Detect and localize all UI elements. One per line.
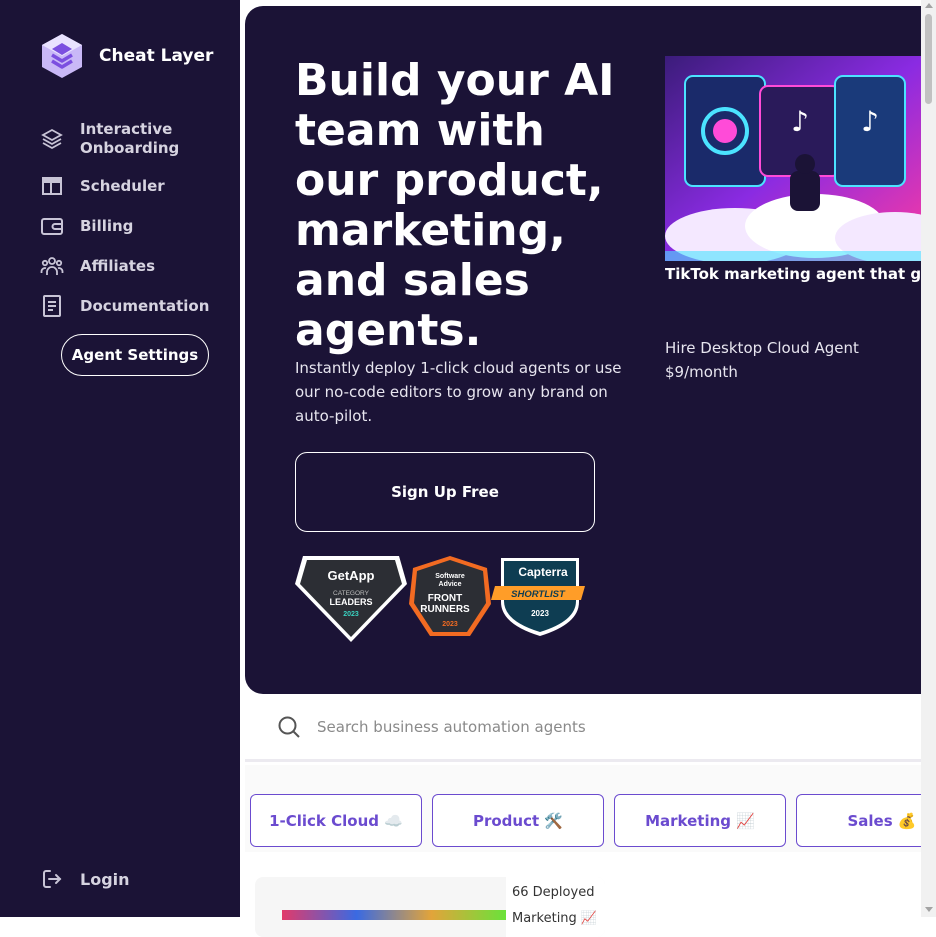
logout-icon — [43, 870, 62, 888]
scroll-down-icon[interactable] — [925, 907, 933, 912]
promo-hire-label: Hire Desktop Cloud Agent — [665, 339, 859, 357]
svg-text:2023: 2023 — [531, 609, 549, 618]
tiktok-agent-promo-image[interactable]: ♪ ♪ — [665, 56, 921, 261]
agent-settings-button[interactable]: Agent Settings — [61, 334, 209, 376]
scrollbar-thumb[interactable] — [925, 14, 932, 104]
sidebar-item-label: Scheduler — [80, 177, 165, 195]
svg-text:♪: ♪ — [791, 105, 809, 138]
svg-text:Software: Software — [435, 573, 465, 580]
sidebar-item-scheduler[interactable]: Scheduler — [40, 174, 230, 198]
agent-card[interactable]: 66 Deployed Marketing 📈 — [255, 877, 605, 937]
svg-text:2023: 2023 — [442, 621, 458, 628]
people-icon — [40, 257, 64, 275]
scroll-up-icon[interactable] — [925, 3, 933, 8]
login-label: Login — [80, 869, 130, 889]
software-advice-badge-icon: Software Advice FRONT RUNNERS 2023 — [409, 556, 491, 636]
sidebar-item-interactive-onboarding[interactable]: Interactive Onboarding — [40, 120, 230, 158]
wallet-icon — [41, 218, 63, 235]
promo-price: $9/month — [665, 363, 738, 381]
sidebar: Cheat Layer Interactive Onboarding Sched… — [0, 0, 240, 917]
getapp-badge-icon: GetApp CATEGORY LEADERS 2023 — [295, 556, 407, 642]
category-marketing[interactable]: Marketing 📈 — [614, 794, 786, 847]
sidebar-item-label: Interactive Onboarding — [80, 120, 180, 157]
agent-card-thumbnail — [282, 910, 506, 920]
promo-title[interactable]: TikTok marketing agent that gene and upl… — [665, 262, 921, 286]
deployed-count: 66 Deployed — [512, 885, 595, 900]
layers-icon — [41, 128, 63, 150]
document-icon — [43, 295, 61, 317]
category-sales[interactable]: Sales 💰 — [796, 794, 921, 847]
calendar-layout-icon — [42, 177, 62, 195]
sidebar-item-label: Affiliates — [80, 257, 156, 275]
svg-text:Capterra: Capterra — [518, 565, 568, 579]
search-icon — [278, 716, 300, 738]
sidebar-item-billing[interactable]: Billing — [40, 214, 230, 238]
agent-card-tag: Marketing 📈 — [512, 911, 598, 926]
page-scrollbar[interactable] — [921, 0, 936, 917]
sidebar-item-label: Documentation — [80, 297, 210, 315]
svg-text:LEADERS: LEADERS — [329, 597, 372, 607]
category-product[interactable]: Product 🛠️ — [432, 794, 604, 847]
promo-details: Hire Desktop Cloud Agent $9/month — [665, 336, 921, 384]
sidebar-item-affiliates[interactable]: Affiliates — [40, 254, 230, 278]
brand[interactable]: Cheat Layer — [40, 33, 213, 79]
search-input[interactable] — [317, 717, 877, 736]
category-tabs: 1-Click Cloud ☁️ Product 🛠️ Marketing 📈 … — [245, 765, 921, 852]
sidebar-item-label: Billing — [80, 217, 134, 235]
svg-text:FRONT: FRONT — [428, 593, 462, 604]
capterra-badge-icon: Capterra SHORTLIST 2023 — [491, 558, 585, 636]
svg-text:GetApp: GetApp — [328, 568, 375, 583]
svg-text:SHORTLIST: SHORTLIST — [511, 589, 566, 600]
svg-text:2023: 2023 — [343, 611, 359, 618]
svg-text:♪: ♪ — [861, 105, 879, 138]
sign-up-button[interactable]: Sign Up Free — [295, 452, 595, 532]
brand-name: Cheat Layer — [99, 46, 214, 66]
search-bar — [245, 694, 921, 762]
award-badges: GetApp CATEGORY LEADERS 2023 Software Ad… — [295, 556, 585, 642]
svg-text:CATEGORY: CATEGORY — [333, 590, 370, 597]
hero-headline: Build your AI team with our product, mar… — [295, 55, 615, 356]
svg-text:Advice: Advice — [439, 581, 462, 588]
sidebar-item-documentation[interactable]: Documentation — [40, 294, 230, 318]
svg-text:RUNNERS: RUNNERS — [420, 604, 470, 615]
hero-subtext: Instantly deploy 1-click cloud agents or… — [295, 359, 622, 425]
cheat-layer-logo-icon — [42, 34, 82, 78]
hero-section: Build your AI team with our product, mar… — [245, 6, 921, 694]
login-button[interactable]: Login — [40, 867, 130, 891]
category-1-click-cloud[interactable]: 1-Click Cloud ☁️ — [250, 794, 422, 847]
